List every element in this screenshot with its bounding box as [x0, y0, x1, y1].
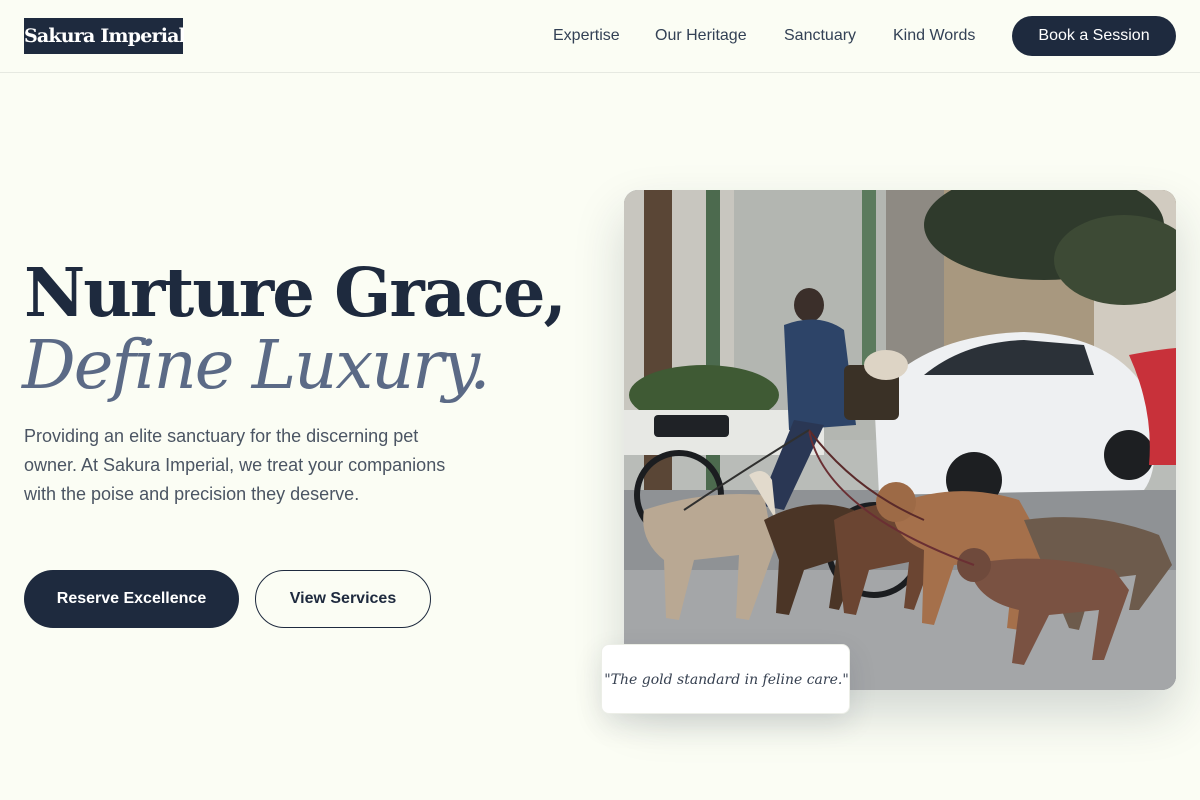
site-header: Sakura Imperial Expertise Our Heritage S… [0, 0, 1200, 73]
nav-link-expertise[interactable]: Expertise [553, 25, 620, 47]
testimonial-card: "The gold standard in feline care." [601, 644, 850, 714]
hero-description: Providing an elite sanctuary for the dis… [24, 426, 446, 504]
hero-headline-line2: Define Luxury. [22, 326, 491, 404]
testimonial-quote: "The gold standard in feline care." [604, 672, 849, 688]
nav-link-our-heritage[interactable]: Our Heritage [655, 25, 747, 47]
nav-link-kind-words[interactable]: Kind Words [893, 25, 975, 47]
book-session-button[interactable]: Book a Session [1012, 16, 1176, 56]
hero-headline-line1: Nurture Grace, [24, 253, 567, 332]
brand-logo[interactable]: Sakura Imperial [24, 18, 186, 54]
dog-walker-street-illustration [624, 190, 1176, 690]
reserve-excellence-button[interactable]: Reserve Excellence [24, 570, 239, 628]
nav-link-sanctuary[interactable]: Sanctuary [784, 25, 856, 47]
hero-photo [624, 190, 1176, 690]
view-services-button[interactable]: View Services [255, 570, 431, 628]
